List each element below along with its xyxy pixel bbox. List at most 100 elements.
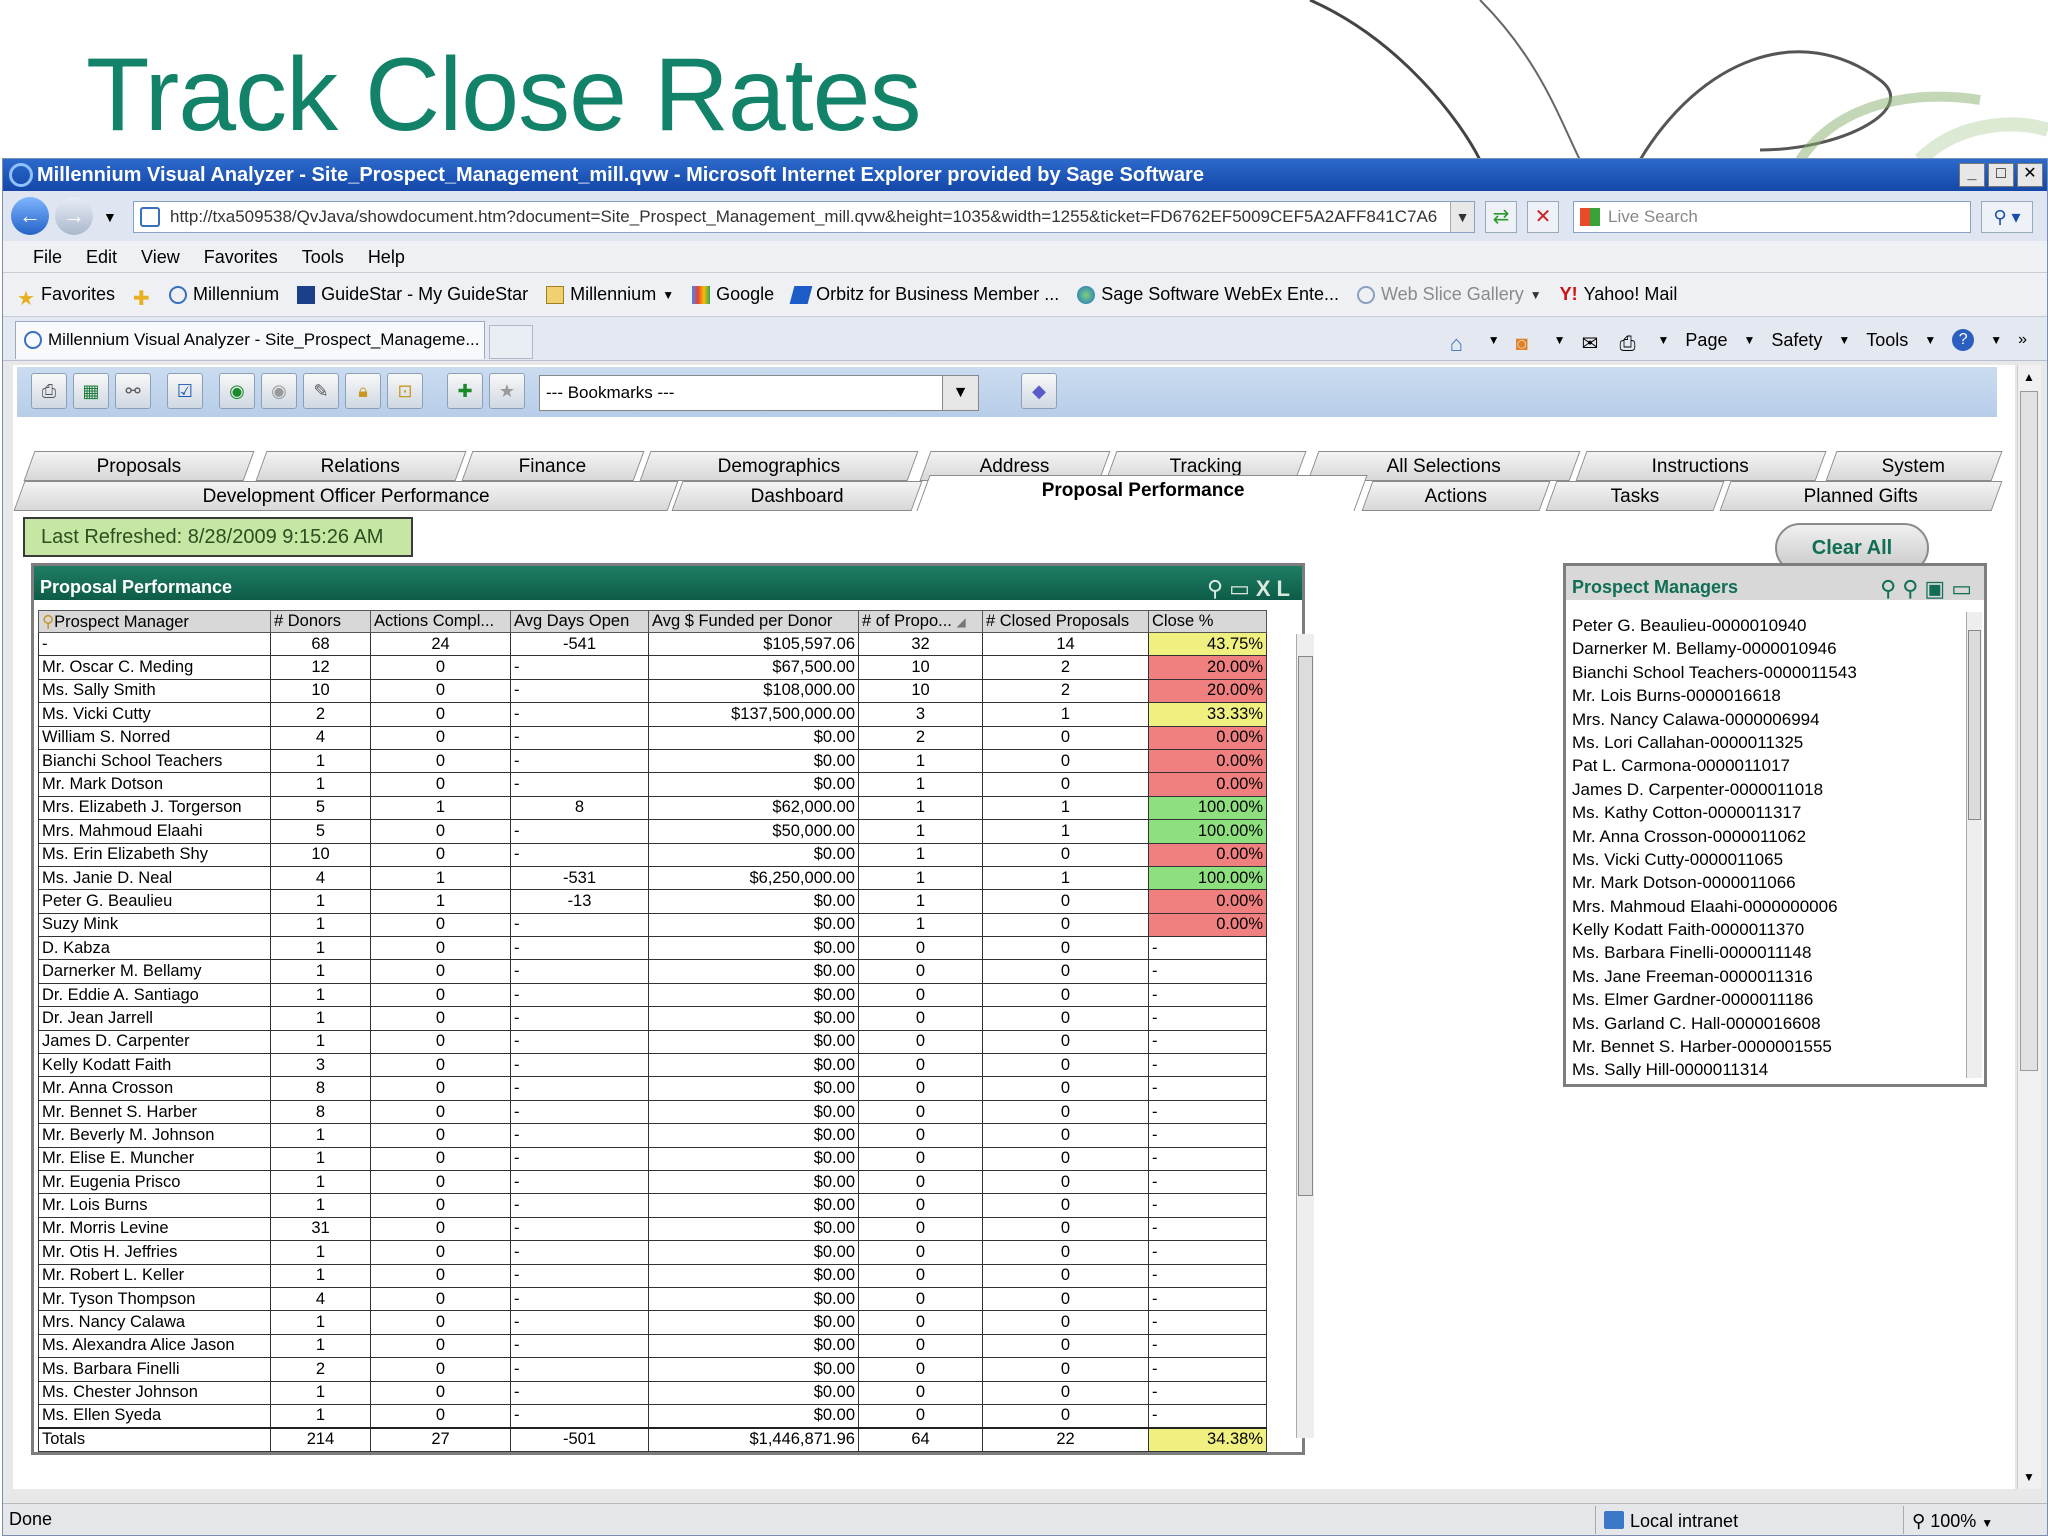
table-row[interactable]: Mr. Otis H. Jeffries 1 0- $0.00 0 0- [38,1240,1267,1265]
pin-icon[interactable]: ⚲ [1207,576,1229,601]
list-item[interactable]: Mr. Anna Crosson-0000011062 [1570,825,1960,848]
list-item[interactable]: James D. Carpenter-0000011018 [1570,778,1960,801]
history-dropdown-icon[interactable]: ▼ [103,209,117,225]
table-row[interactable]: Mr. Beverly M. Johnson 1 0- $0.00 0 0- [38,1123,1267,1148]
menu-file[interactable]: File [33,241,62,272]
table-row[interactable]: Mr. Mark Dotson 1 0- $0.00 1 0 0.00% [38,772,1267,797]
tab-tasks[interactable]: Tasks [1545,481,1725,511]
tab-proposal-performance[interactable]: Proposal Performance [916,475,1368,511]
table-row[interactable]: James D. Carpenter 1 0- $0.00 0 0- [38,1030,1267,1055]
table-row[interactable]: Mr. Tyson Thompson 4 0- $0.00 0 0- [38,1287,1267,1312]
back-icon[interactable]: ◉ [219,373,255,409]
chevron-down-icon[interactable]: ▼ [1838,325,1850,355]
help-icon[interactable]: ? [1952,329,1975,351]
table-row[interactable]: Mrs. Elizabeth J. Torgerson 5 1 8 $62,000.00… [38,796,1267,821]
web-slice-gallery[interactable]: Web Slice Gallery ▼ [1357,284,1542,305]
list-item[interactable]: Darnerker M. Bellamy-0000010946 [1570,637,1960,660]
table-row[interactable]: Ms. Alexandra Alice Jason 1 0- $0.00 0 0- [38,1334,1267,1359]
tab-relations[interactable]: Relations [255,451,467,481]
feeds-icon[interactable]: ◙ [1516,329,1538,355]
lock-icon[interactable]: ▣ [1924,576,1951,601]
column-header[interactable]: ⚲Prospect Manager [38,610,271,633]
table-row[interactable]: Ms. Erin Elizabeth Shy 10 0- $0.00 1 0 0.00% [38,843,1267,867]
table-row[interactable]: Ms. Ellen Syeda 1 0- $0.00 0 0- [38,1404,1267,1429]
list-item[interactable]: Bianchi School Teachers-0000011543 [1570,661,1960,684]
list-item[interactable]: Ms. Lori Callahan-0000011325 [1570,731,1960,754]
security-zone[interactable]: Local intranet [1595,1506,1835,1534]
back-button[interactable]: ← [11,197,49,235]
favorite-link-yahoo-mail[interactable]: Y! Yahoo! Mail [1560,284,1678,305]
search-icon[interactable]: ⚲ [1880,576,1902,601]
table-row[interactable]: -68 24 -541 $105,597.06 32 14 43.75% [38,632,1267,657]
search-input[interactable]: Live Search [1573,201,1971,233]
table-row[interactable]: Mr. Bennet S. Harber 8 0- $0.00 0 0- [38,1100,1267,1125]
print-icon[interactable]: ⎙ [1620,329,1642,355]
tab-demographics[interactable]: Demographics [639,451,919,481]
unlock-icon[interactable]: ⊡ [387,373,423,409]
table-row[interactable]: Kelly Kodatt Faith 3 0- $0.00 0 0- [38,1053,1267,1078]
table-row[interactable]: Suzy Mink 1 0- $0.00 1 0 0.00% [38,913,1267,938]
address-dropdown-icon[interactable]: ▼ [1450,202,1474,232]
minimize-panel-icon[interactable]: ▭ [1229,576,1256,601]
column-header[interactable]: Avg Days Open [510,610,649,633]
scroll-up-icon[interactable]: ▲ [2020,367,2038,387]
minimize-panel-icon[interactable]: ▭ [1951,576,1978,601]
lock-icon[interactable]: 🔒︎ [345,373,381,409]
column-header[interactable]: Avg $ Funded per Donor [648,610,859,633]
list-scrollbar[interactable] [1966,612,1982,1078]
scrollbar-thumb[interactable] [1968,630,1981,820]
tab-dashboard[interactable]: Dashboard [671,481,923,511]
table-row[interactable]: Dr. Eddie A. Santiago 1 0- $0.00 0 0- [38,983,1267,1008]
column-header[interactable]: # Donors [270,610,371,633]
table-row[interactable]: Mr. Eugenia Prisco 1 0- $0.00 0 0- [38,1170,1267,1195]
chevron-down-icon[interactable]: ▼ [1924,325,1936,355]
chevron-down-icon[interactable]: ▼ [1743,325,1755,355]
menu-tools[interactable]: Tools [302,241,344,272]
table-row[interactable]: Peter G. Beaulieu 1 1 -13 $0.00 1 0 0.00% [38,889,1267,914]
forward-button[interactable]: → [55,197,93,235]
list-item[interactable]: Mr. Mark Dotson-0000011066 [1570,871,1960,894]
favorite-folder-millennium[interactable]: Millennium ▼ [546,284,674,305]
tab-planned-gifts[interactable]: Planned Gifts [1719,481,2003,511]
command-safety[interactable]: Safety [1771,325,1822,355]
table-row[interactable]: Ms. Vicki Cutty 2 0- $137,500,000.00 3 1 33.33… [38,702,1267,727]
favorite-link-millennium[interactable]: Millennium [169,284,279,305]
column-header[interactable]: # Closed Proposals [982,610,1149,633]
table-row[interactable]: Mr. Lois Burns 1 0- $0.00 0 0- [38,1193,1267,1218]
menu-view[interactable]: View [141,241,180,272]
new-tab-button[interactable] [489,325,533,359]
eraser-icon[interactable]: ✎ [303,373,339,409]
chevron-down-icon[interactable]: ▼ [1990,325,2002,355]
table-row[interactable]: D. Kabza 1 0- $0.00 0 0- [38,936,1267,961]
home-icon[interactable]: ⌂ [1450,329,1472,356]
print-icon[interactable]: ⎙ [31,373,67,409]
table-row[interactable]: Mr. Robert L. Keller 1 0- $0.00 0 0- [38,1264,1267,1288]
column-header[interactable]: Actions Compl... [370,610,511,633]
column-header[interactable]: Close % [1148,610,1267,633]
list-item[interactable]: Ms. Garland C. Hall-0000016608 [1570,1012,1960,1035]
table-row[interactable]: Ms. Janie D. Neal 4 1 -531 $6,250,000.00 1 1 10… [38,866,1267,891]
table-row[interactable]: William S. Norred 4 0- $0.00 2 0 0.00% [38,726,1267,750]
tab-development-officer-performance[interactable]: Development Officer Performance [13,481,679,511]
pin-icon[interactable]: ⚲ [1902,576,1924,601]
list-item[interactable]: Peter G. Beaulieu-0000010940 [1570,614,1960,637]
refresh-button[interactable]: ⇄ [1485,201,1517,233]
list-item[interactable]: Mr. Lois Burns-0000016618 [1570,684,1960,707]
list-item[interactable]: Mrs. Mahmoud Elaahi-0000000006 [1570,895,1960,918]
list-item[interactable]: Ms. Jane Freeman-0000011316 [1570,965,1960,988]
chat-bubble-icon[interactable]: ◆ [1021,373,1057,409]
menu-favorites[interactable]: Favorites [204,241,278,272]
checkbox-icon[interactable]: ☑ [167,373,203,409]
list-item[interactable]: Mrs. Nancy Calawa-0000006994 [1570,708,1960,731]
chevron-down-icon[interactable]: ▼ [1554,325,1566,355]
list-item[interactable]: Ms. Barbara Finelli-0000011148 [1570,941,1960,964]
close-window-button[interactable]: ✕ [2017,163,2043,187]
remove-bookmark-icon[interactable]: ★ [489,373,525,409]
command-page[interactable]: Page [1685,325,1727,355]
minimize-button[interactable]: _ [1959,163,1985,187]
menu-edit[interactable]: Edit [86,241,117,272]
zoom-control[interactable]: ⚲ 100% ▼ [1903,1506,2023,1534]
export-xl-icon[interactable]: XL [1256,576,1296,601]
table-row[interactable]: Mr. Elise E. Muncher 1 0- $0.00 0 0- [38,1147,1267,1171]
table-row[interactable]: Darnerker M. Bellamy 1 0- $0.00 0 0- [38,959,1267,984]
